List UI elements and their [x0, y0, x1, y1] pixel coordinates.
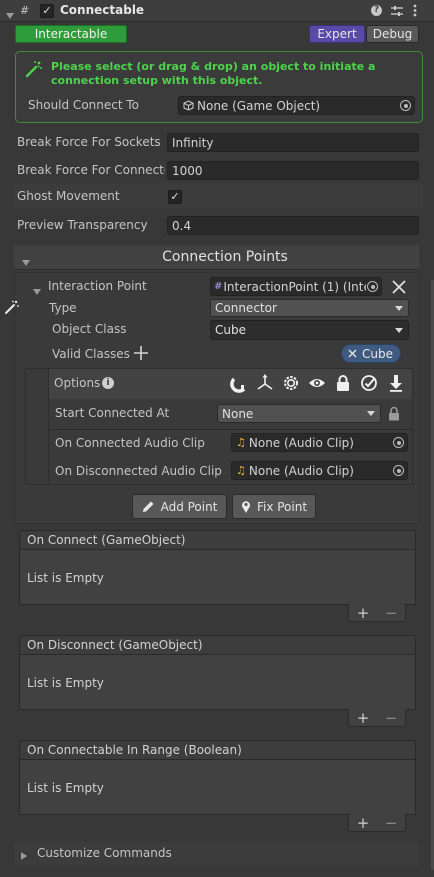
audio-clip-icon: ♫ [236, 464, 246, 477]
foldout-arrow-icon[interactable] [21, 849, 27, 863]
edit-wand-icon[interactable] [4, 299, 20, 315]
remove-tag-icon[interactable] [348, 349, 357, 358]
padlock-icon[interactable] [388, 406, 400, 421]
presets-icon[interactable] [391, 5, 403, 17]
valid-classes-label: Valid Classes [52, 347, 130, 361]
break-connectors-label: Break Force For Connecto [17, 163, 165, 177]
chevron-down-icon [395, 306, 403, 311]
customize-commands-label: Customize Commands [37, 846, 172, 860]
gameobject-icon [183, 100, 194, 111]
on-disconnect-header: On Disconnect (GameObject) [19, 635, 416, 655]
chevron-down-icon [395, 328, 403, 333]
start-connected-label: Start Connected At [55, 406, 170, 420]
axes-icon[interactable] [256, 374, 274, 392]
fix-point-button[interactable]: Fix Point [232, 494, 316, 519]
lock-icon[interactable] [336, 374, 350, 392]
remove-item-button[interactable]: − [385, 814, 398, 832]
magnet-icon[interactable] [230, 375, 248, 393]
type-label: Type [49, 301, 77, 315]
expert-mode-button[interactable]: Expert [309, 25, 365, 43]
on-disconnect-controls: + − [348, 709, 406, 727]
object-class-dropdown[interactable]: Cube [210, 320, 409, 340]
break-sockets-label: Break Force For Sockets [17, 135, 161, 149]
on-connectable-in-range-header: On Connectable In Range (Boolean) [19, 740, 416, 760]
preview-transparency-input[interactable]: 0.4 [167, 216, 419, 235]
on-connected-audio-value: None (Audio Clip) [248, 435, 354, 450]
on-disconnected-audio-label: On Disconnected Audio Clip [55, 464, 222, 478]
interaction-point-foldout-icon[interactable] [33, 284, 41, 298]
object-picker-icon[interactable] [393, 437, 404, 448]
preview-transparency-label: Preview Transparency [17, 218, 148, 232]
start-connected-dropdown[interactable]: None [217, 404, 381, 423]
divider [49, 429, 412, 430]
audio-clip-icon: ♫ [236, 436, 246, 449]
interaction-point-label: Interaction Point [48, 279, 147, 293]
on-disconnect-empty: List is Empty [27, 676, 104, 690]
location-pin-icon [241, 501, 250, 513]
options-inner-divider [48, 369, 49, 484]
object-picker-icon[interactable] [400, 100, 411, 111]
object-picker-icon[interactable] [367, 281, 378, 292]
on-disconnected-audio-value: None (Audio Clip) [248, 463, 354, 478]
script-ref-icon: # [214, 281, 223, 292]
add-item-button[interactable]: + [357, 709, 370, 727]
break-connectors-input[interactable]: 1000 [167, 161, 419, 180]
interactable-badge: Interactable [15, 25, 127, 43]
add-point-label: Add Point [160, 499, 218, 514]
valid-class-tag[interactable]: Cube [341, 344, 401, 363]
chevron-down-icon [367, 411, 375, 416]
close-icon[interactable] [392, 280, 406, 294]
interaction-point-value: InteractionPoint (1) (Intera [223, 279, 366, 294]
interaction-point-field[interactable]: # InteractionPoint (1) (Intera [210, 277, 382, 296]
add-point-button[interactable]: Add Point [132, 494, 227, 519]
on-connected-audio-label: On Connected Audio Clip [55, 436, 205, 450]
info-message: Please select (or drag & drop) an object… [51, 60, 376, 87]
connection-points-title: Connection Points [162, 249, 288, 265]
gear-icon[interactable] [282, 374, 300, 392]
add-class-icon[interactable] [134, 346, 148, 360]
on-disconnected-audio-field[interactable]: ♫ None (Audio Clip) [231, 461, 408, 480]
download-arrow-icon[interactable] [389, 374, 403, 392]
check-circle-icon[interactable] [360, 374, 378, 392]
kebab-menu-icon[interactable] [413, 4, 417, 17]
remove-item-button[interactable]: − [385, 709, 398, 727]
should-connect-label: Should Connect To [28, 98, 139, 112]
add-item-button[interactable]: + [357, 814, 370, 832]
object-class-label: Object Class [52, 322, 127, 336]
fix-point-label: Fix Point [256, 499, 308, 514]
eye-icon[interactable] [308, 375, 326, 391]
on-connect-empty: List is Empty [27, 571, 104, 585]
on-connect-controls: + − [348, 604, 406, 622]
options-label: Options [54, 376, 101, 390]
on-connectable-in-range-empty: List is Empty [27, 781, 104, 795]
object-class-value: Cube [215, 323, 246, 337]
start-connected-value: None [222, 406, 254, 421]
on-connected-audio-field[interactable]: ♫ None (Audio Clip) [231, 433, 408, 452]
component-title: Connectable [60, 3, 145, 17]
foldout-arrow-icon[interactable] [6, 8, 14, 22]
ghost-movement-label: Ghost Movement [17, 189, 120, 203]
help-icon[interactable]: ? [371, 5, 382, 16]
component-enabled-checkbox[interactable]: ✓ [40, 4, 54, 18]
add-item-button[interactable]: + [357, 604, 370, 622]
pencil-icon [142, 501, 154, 512]
type-dropdown[interactable]: Connector [210, 299, 409, 317]
script-icon: # [20, 4, 30, 17]
should-connect-field[interactable]: None (Game Object) [178, 96, 415, 115]
type-value: Connector [215, 301, 277, 315]
debug-mode-button[interactable]: Debug [366, 25, 419, 43]
remove-item-button[interactable]: − [385, 604, 398, 622]
on-connect-header: On Connect (GameObject) [19, 530, 416, 550]
should-connect-value: None (Game Object) [197, 98, 321, 113]
ghost-movement-checkbox[interactable]: ✓ [168, 190, 182, 204]
valid-class-tag-label: Cube [362, 346, 393, 361]
object-picker-icon[interactable] [393, 465, 404, 476]
magic-wand-icon [24, 59, 44, 79]
on-connectable-in-range-controls: + − [348, 814, 406, 832]
break-sockets-input[interactable]: Infinity [167, 133, 419, 152]
info-icon: i [102, 377, 114, 389]
